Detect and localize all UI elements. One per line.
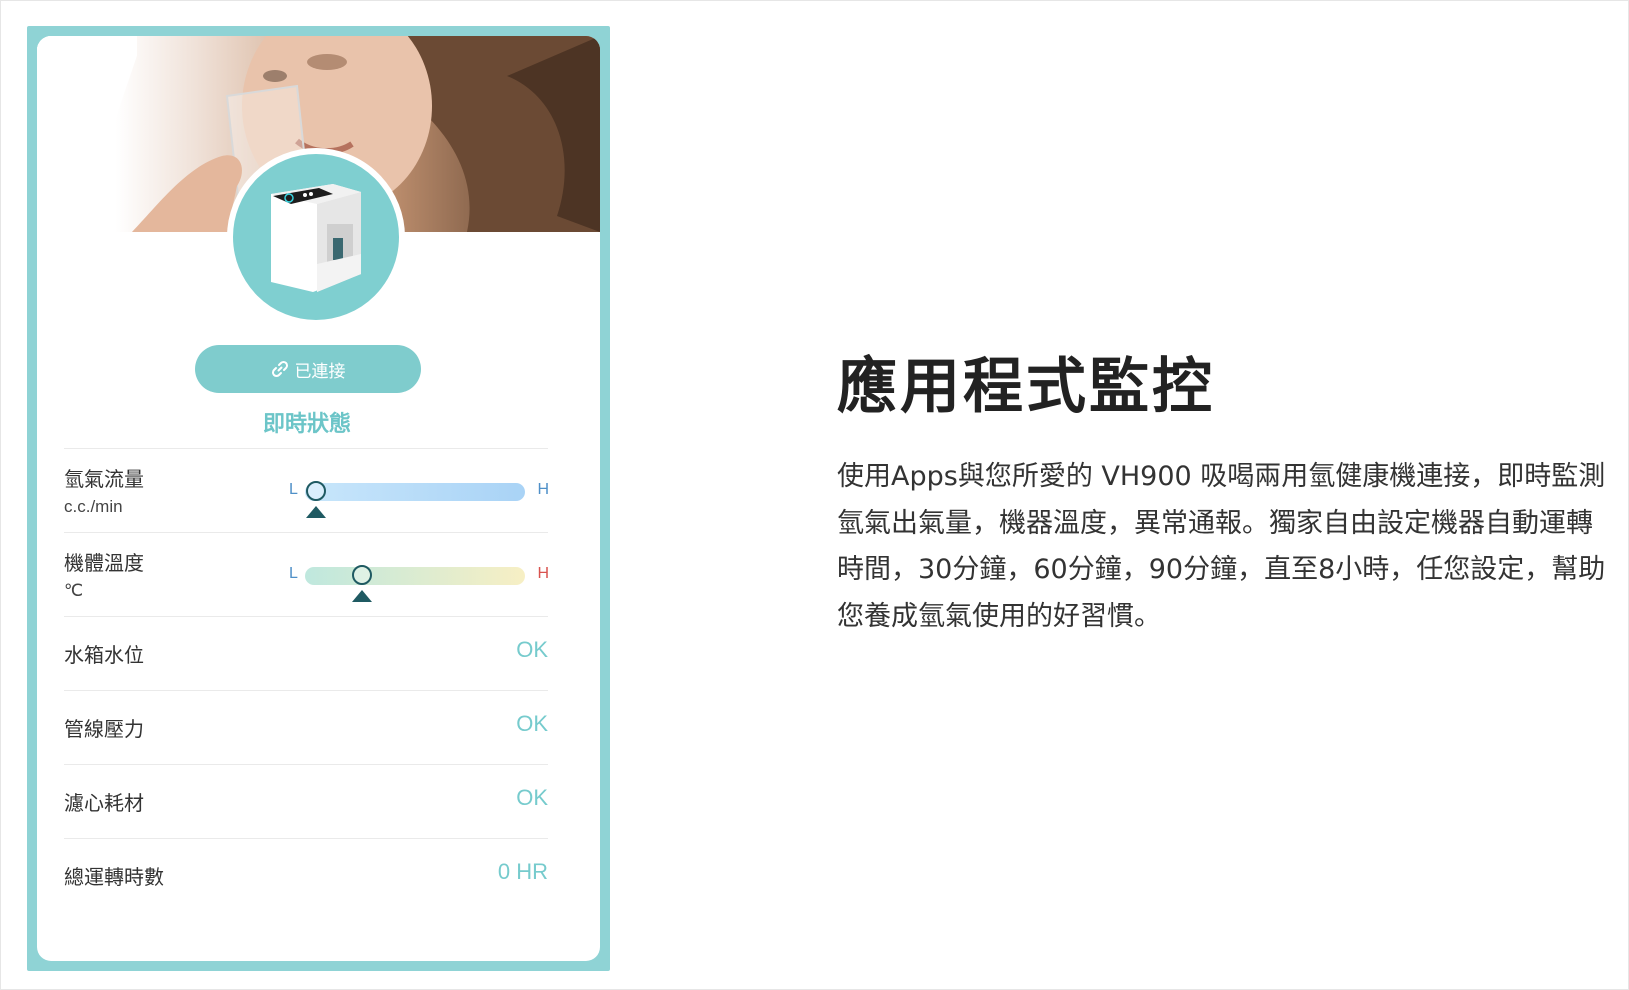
connected-button[interactable]: 已連接 [195, 345, 421, 393]
app-preview-card: 已連接 即時狀態 氫氣流量 c.c./min L H 機體溫度 ℃ L H 水箱… [37, 36, 600, 961]
realtime-status-title: 即時狀態 [262, 412, 351, 437]
hydrogen-machine-icon [271, 184, 361, 292]
row-label: 水箱水位 [64, 643, 144, 667]
row-label: 濾心耗材 [64, 791, 144, 815]
gauge-high-label: H [537, 565, 549, 582]
temperature-gauge: L H [289, 565, 549, 605]
row-unit: c.c./min [64, 497, 123, 516]
link-icon [271, 360, 289, 378]
hydrogen-flow-row: 氫氣流量 c.c./min L H [64, 448, 549, 532]
status-list: 氫氣流量 c.c./min L H 機體溫度 ℃ L H 水箱水位 OK 管線壓… [64, 448, 549, 912]
gauge-knob [352, 565, 372, 585]
row-unit: ℃ [64, 581, 84, 600]
gauge-knob [306, 481, 326, 501]
section-description: 使用Apps與您所愛的 VH900 吸喝兩用氫健康機連接，即時監測氫氣出氣量，機… [837, 461, 1606, 632]
row-label: 總運轉時數 [64, 865, 164, 889]
filter-consumable-row: 濾心耗材 OK [64, 764, 548, 838]
connected-label: 已連接 [294, 361, 346, 382]
row-label: 氫氣流量 [64, 467, 144, 491]
gauge-track [305, 481, 525, 518]
pipe-pressure-row: 管線壓力 OK [64, 690, 548, 764]
gauge-low-label: L [289, 565, 298, 582]
gauge-pointer-icon [352, 590, 372, 602]
status-value: OK [516, 785, 548, 810]
gauge-pointer-icon [306, 506, 326, 518]
app-preview-frame: 已連接 即時狀態 氫氣流量 c.c./min L H 機體溫度 ℃ L H 水箱… [27, 26, 610, 971]
status-value: OK [516, 711, 548, 736]
body-temperature-row: 機體溫度 ℃ L H [64, 532, 549, 616]
row-label: 管線壓力 [64, 717, 144, 741]
gauge-track [305, 565, 525, 602]
hydrogen-flow-gauge: L H [289, 481, 549, 521]
section-headline: 應用程式監控 [837, 352, 1215, 422]
water-tank-row: 水箱水位 OK [64, 616, 548, 690]
device-image-circle [227, 148, 405, 326]
row-label: 機體溫度 [64, 551, 144, 575]
status-value: 0 HR [497, 859, 548, 884]
total-runtime-row: 總運轉時數 0 HR [64, 838, 548, 912]
gauge-low-label: L [289, 481, 298, 498]
status-value: OK [516, 637, 548, 662]
gauge-high-label: H [537, 481, 549, 498]
